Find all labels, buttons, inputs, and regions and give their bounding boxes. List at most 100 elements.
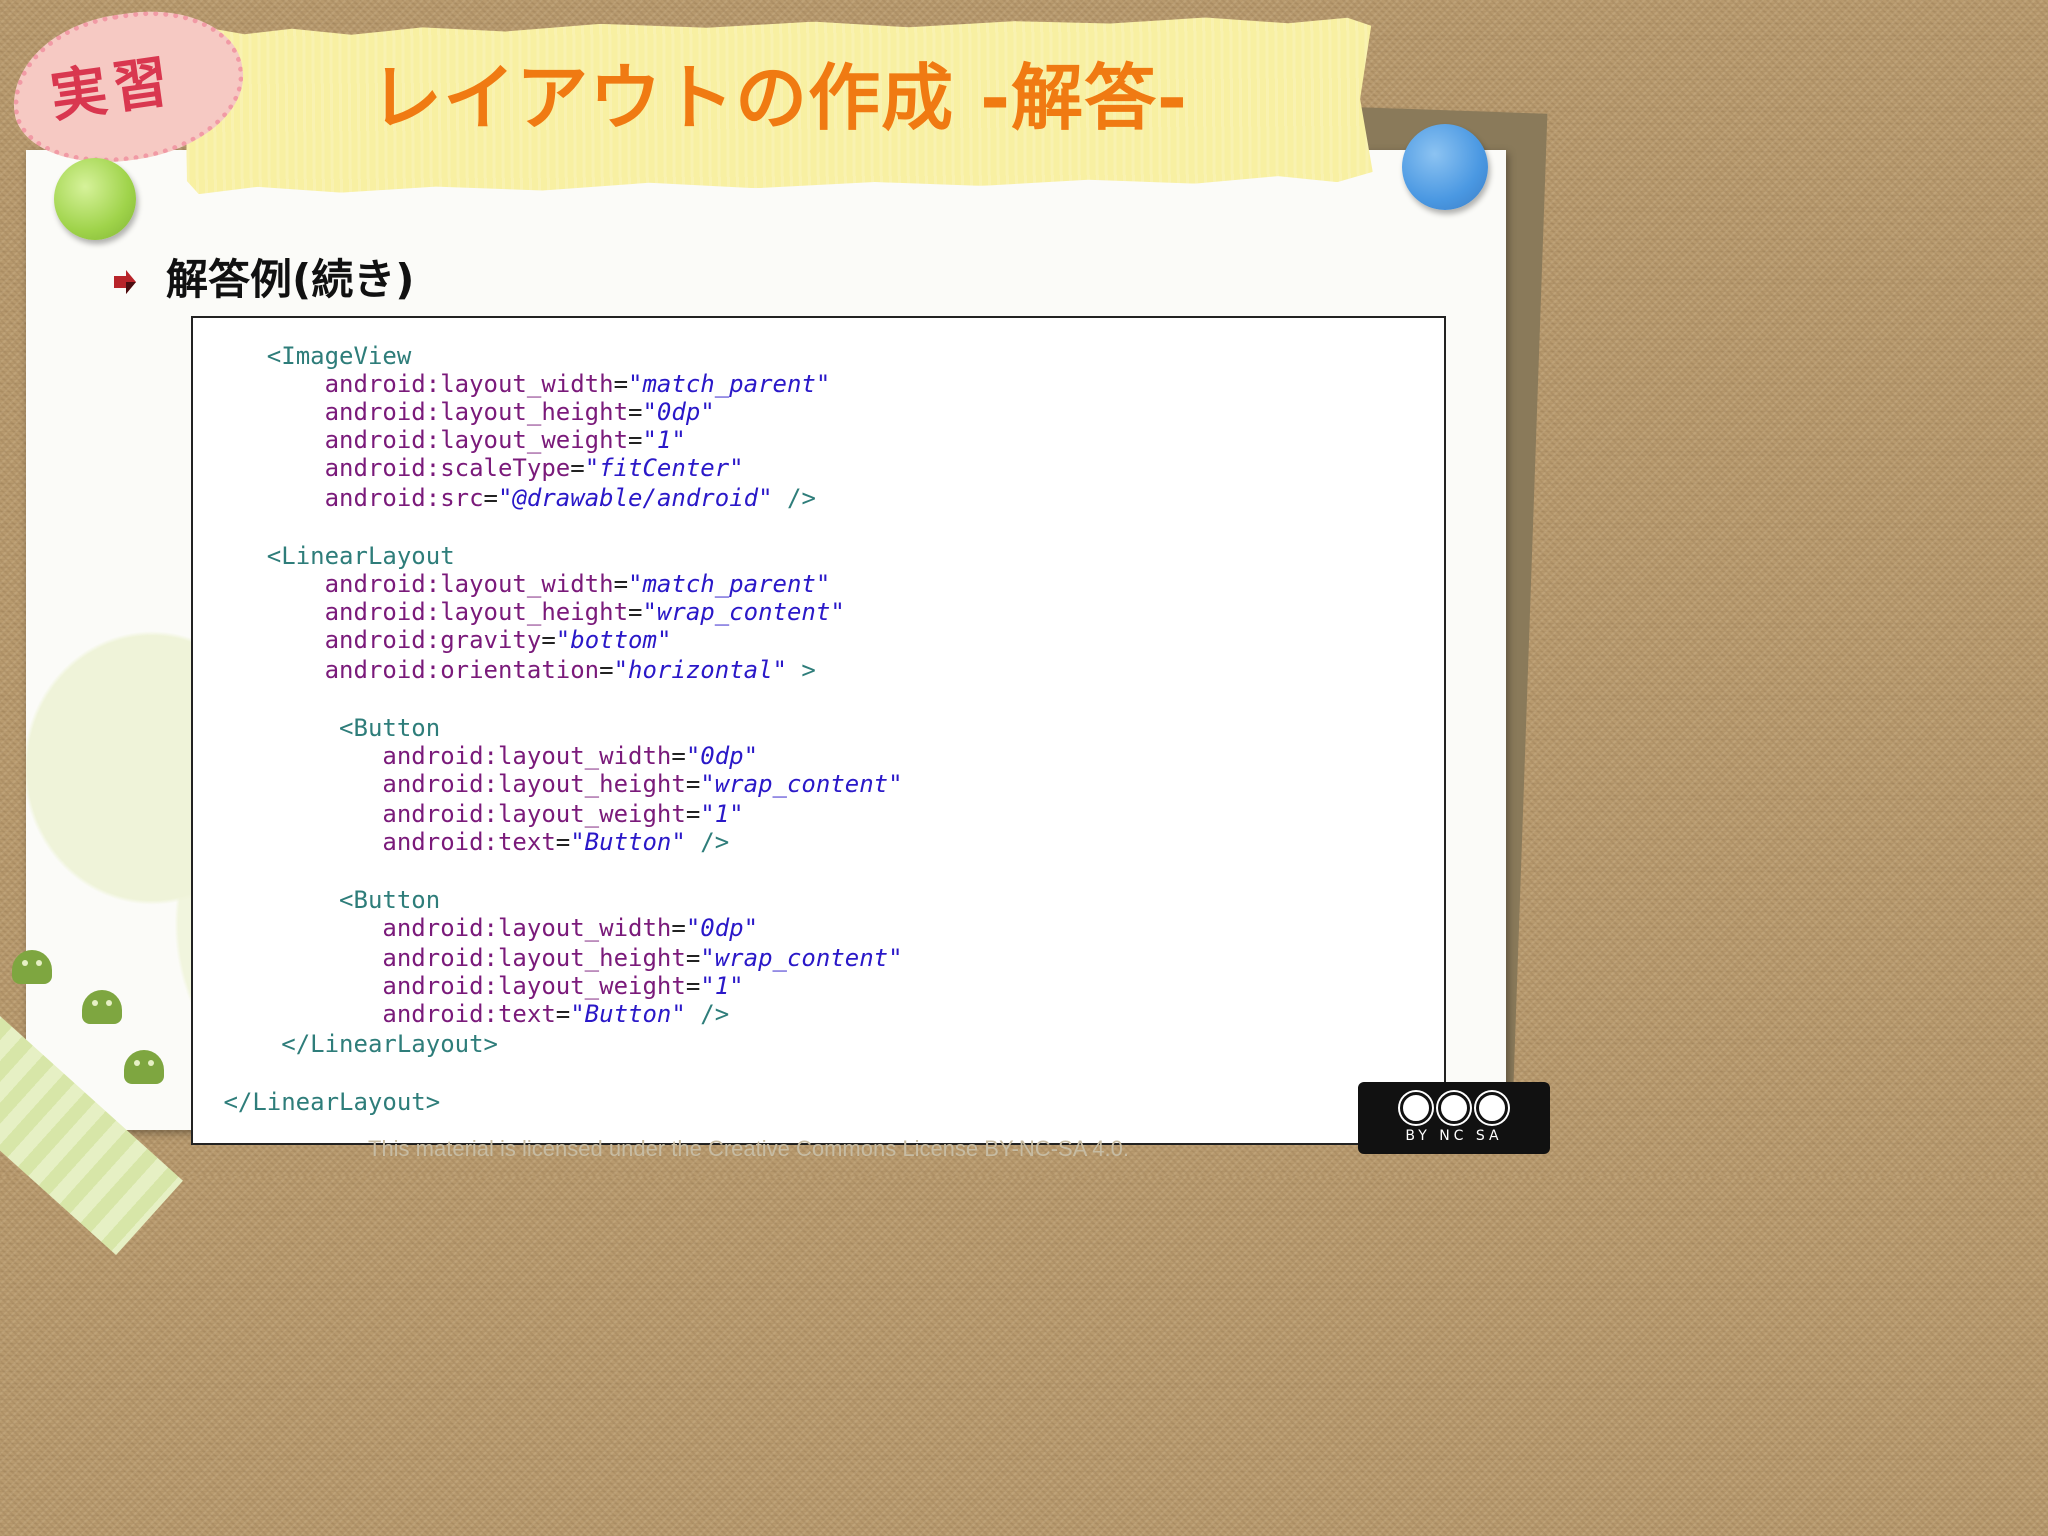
code-line: android:scaleType="fitCenter" (325, 454, 744, 482)
code-line: android:layout_weight="1" (382, 972, 743, 1000)
code-attribute: android:layout_height (382, 944, 686, 972)
code-equals: = (685, 800, 701, 828)
android-droid-icon (124, 1050, 164, 1084)
code-line: <LinearLayout (267, 542, 455, 570)
code-value: "Button" (570, 1000, 686, 1028)
code-line: </LinearLayout> (281, 1030, 498, 1058)
code-tag: </LinearLayout> (281, 1030, 498, 1058)
code-line: <Button (339, 886, 440, 914)
cc-license-badge[interactable]: BY NC SA (1358, 1082, 1550, 1154)
code-line: <ImageView (267, 342, 412, 370)
code-tag: <Button (339, 714, 441, 742)
code-value: "0dp" (685, 742, 759, 770)
code-attribute: android:src (324, 484, 484, 512)
code-attribute: android:layout_width (382, 914, 672, 942)
code-line: android:text="Button" /> (382, 1000, 729, 1028)
cc-nc-icon (1438, 1092, 1470, 1124)
code-tag-close: /> (685, 1000, 730, 1028)
code-value: "0dp" (642, 398, 715, 426)
code-equals: = (570, 454, 585, 482)
android-droid-icon (12, 950, 52, 984)
code-tag: <LinearLayout (266, 542, 455, 570)
code-line: <Button (339, 714, 440, 742)
code-line: </LinearLayout> (223, 1088, 440, 1116)
code-value: "bottom" (555, 626, 672, 654)
code-value: "match_parent" (628, 570, 831, 598)
blue-pin-icon (1402, 124, 1488, 210)
code-value: "0dp" (685, 914, 759, 942)
code-value: "1" (700, 800, 744, 828)
code-attribute: android:scaleType (324, 454, 571, 482)
code-tag: <ImageView (266, 342, 412, 370)
section-heading: 解答例(続き) (166, 255, 415, 304)
code-attribute: android:layout_height (382, 770, 686, 798)
code-value: "1" (700, 972, 744, 1000)
code-line: android:layout_width="match_parent" (325, 570, 831, 598)
code-equals: = (685, 972, 701, 1000)
code-equals: = (685, 944, 701, 972)
code-value: "wrap_content" (700, 770, 903, 798)
code-line: android:layout_height="0dp" (325, 398, 715, 426)
code-equals: = (541, 626, 556, 654)
code-attribute: android:layout_width (382, 742, 672, 770)
cc-sa-icon (1476, 1092, 1508, 1124)
code-value: "Button" (570, 828, 686, 856)
license-footer: This material is licensed under the Crea… (368, 1136, 1129, 1161)
code-equals: = (628, 398, 643, 426)
code-attribute: android:layout_weight (324, 426, 629, 454)
cc-badge-label: BY NC SA (1405, 1128, 1503, 1144)
code-equals: = (483, 484, 498, 512)
code-equals: = (555, 828, 571, 856)
code-line: android:layout_weight="1" (382, 800, 743, 828)
code-value: "@drawable/android" (498, 484, 773, 512)
code-attribute: android:gravity (324, 626, 542, 654)
code-line: android:layout_width="0dp" (382, 914, 758, 942)
code-tag-close: /> (772, 484, 816, 512)
bullet-arrow-icon (110, 268, 138, 296)
code-value: "1" (642, 426, 686, 454)
code-equals: = (671, 742, 686, 770)
code-line: android:text="Button" /> (382, 828, 729, 856)
code-equals: = (599, 656, 614, 684)
code-line: android:layout_height="wrap_content" (382, 944, 902, 972)
code-attribute: android:layout_width (324, 570, 614, 598)
code-attribute: android:layout_weight (382, 800, 686, 828)
code-line: android:layout_width="0dp" (382, 742, 758, 770)
code-equals: = (613, 370, 629, 398)
code-equals: = (671, 914, 686, 942)
code-block: <ImageView android:layout_width="match_pa… (191, 316, 1446, 1145)
cc-by-icon (1400, 1092, 1432, 1124)
code-tag-close: > (786, 656, 816, 684)
code-equals: = (555, 1000, 571, 1028)
code-attribute: android:layout_weight (382, 972, 686, 1000)
code-attribute: android:text (382, 1000, 556, 1028)
code-value: "wrap_content" (700, 944, 903, 972)
code-attribute: android:orientation (324, 656, 600, 684)
badge-label: 実習 (46, 48, 179, 131)
code-line: android:src="@drawable/android" /> (325, 484, 816, 512)
code-equals: = (613, 570, 629, 598)
code-tag: </LinearLayout> (223, 1088, 441, 1116)
code-attribute: android:layout_width (324, 370, 614, 398)
code-line: android:layout_width="match_parent" (325, 370, 831, 398)
code-value: "wrap_content" (642, 598, 845, 626)
code-line: android:orientation="horizontal" > (325, 656, 816, 684)
code-value: "match_parent" (628, 370, 831, 398)
code-equals: = (628, 426, 643, 454)
code-line: android:layout_height="wrap_content" (325, 598, 845, 626)
code-line: android:layout_height="wrap_content" (382, 770, 902, 798)
code-attribute: android:layout_height (324, 398, 629, 426)
code-value: "fitCenter" (584, 454, 744, 482)
code-value: "horizontal" (613, 656, 787, 684)
code-line: android:layout_weight="1" (325, 426, 686, 454)
code-equals: = (685, 770, 701, 798)
code-attribute: android:text (382, 828, 556, 856)
code-attribute: android:layout_height (324, 598, 629, 626)
green-pin-icon (54, 158, 136, 240)
android-droid-icon (82, 990, 122, 1024)
code-tag-close: /> (685, 828, 730, 856)
page-title: レイアウトの作成 -解答- (370, 56, 1188, 140)
code-tag: <Button (339, 886, 441, 914)
code-equals: = (628, 598, 643, 626)
code-line: android:gravity="bottom" (325, 626, 672, 654)
